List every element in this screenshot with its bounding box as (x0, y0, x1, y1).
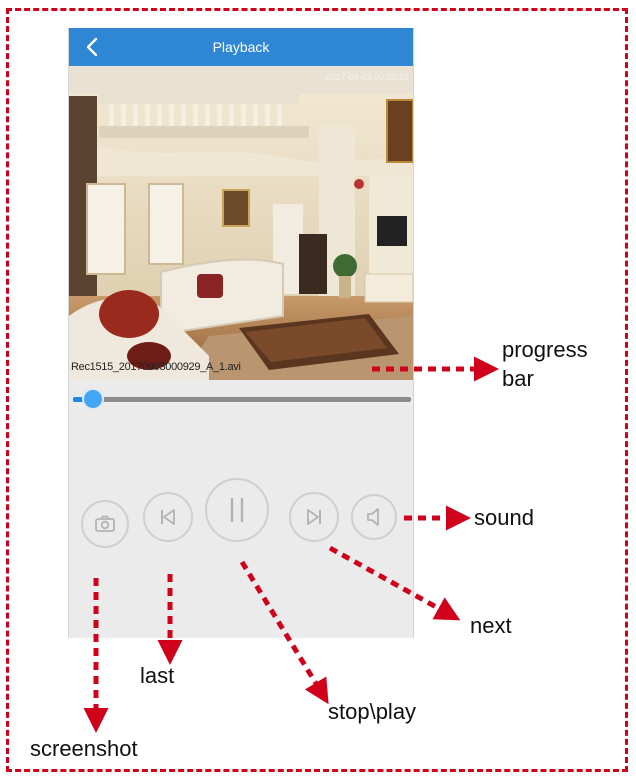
label-progress-bar: progress bar (502, 337, 588, 391)
label-sound: sound (474, 505, 534, 530)
label-next: next (470, 613, 512, 638)
arrow-stop-play (239, 560, 329, 705)
label-stop-play: stop\play (328, 699, 417, 724)
label-screenshot: screenshot (30, 736, 138, 761)
arrow-next (328, 545, 461, 621)
label-last: last (140, 663, 175, 688)
